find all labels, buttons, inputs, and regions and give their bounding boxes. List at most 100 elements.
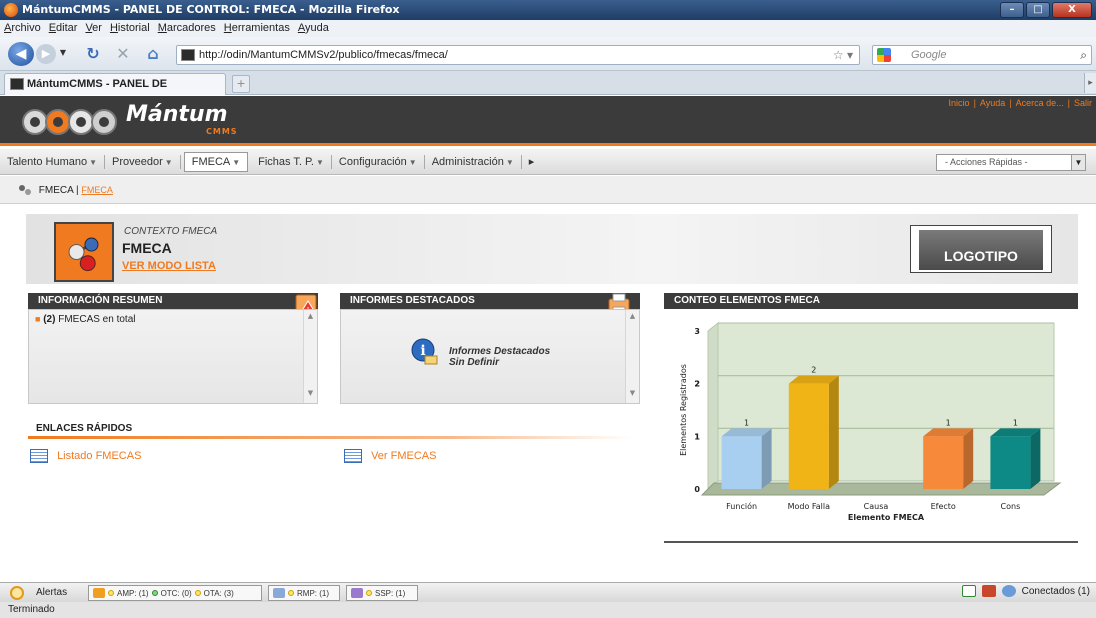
- ssp-count: SSP: (1): [375, 588, 406, 598]
- informes-line-2: Sin Definir: [449, 357, 500, 368]
- new-tab-button[interactable]: +: [232, 75, 250, 93]
- informes-line-1: Informes Destacados: [449, 346, 551, 357]
- bar-chart: 0112231Función2Modo Falla Causa1Efecto1Co…: [672, 315, 1070, 522]
- alerts-right-group: Conectados (1): [961, 585, 1090, 597]
- minimize-button[interactable]: –: [1000, 2, 1024, 18]
- window-title-bar: MántumCMMS - PANEL DE CONTROL: FMECA - M…: [0, 0, 1096, 20]
- dropdown-arrow-icon[interactable]: ▼: [1071, 155, 1085, 170]
- alerts-label[interactable]: Alertas: [36, 587, 67, 598]
- menu-herramientas[interactable]: Herramientas: [224, 20, 290, 37]
- tab-favicon-icon: [10, 78, 24, 90]
- history-dropdown-icon[interactable]: ▼: [58, 47, 68, 59]
- list-icon: [344, 449, 362, 463]
- nav-configuracion[interactable]: Configuración ▼: [332, 154, 425, 169]
- scroll-down-icon[interactable]: ▼: [626, 389, 639, 401]
- calendar-icon[interactable]: [961, 585, 976, 597]
- rmp-group[interactable]: RMP: (1): [268, 585, 340, 601]
- bar-side: [1030, 428, 1041, 489]
- resumen-panel-body: ■ (2) FMECAS en total ▲ ▼: [28, 309, 318, 404]
- scroll-up-icon[interactable]: ▲: [304, 312, 317, 324]
- nav-fichas-tp[interactable]: Fichas T. P. ▼: [251, 154, 332, 169]
- chevron-down-icon: ▼: [505, 157, 514, 167]
- ssp-group[interactable]: SSP: (1): [346, 585, 418, 601]
- amp-count: AMP: (1): [117, 588, 149, 598]
- bar: [990, 436, 1031, 489]
- informes-panel-header: INFORMES DESTACADOS: [340, 293, 640, 309]
- reload-icon[interactable]: ↻: [80, 42, 106, 66]
- site-favicon-icon: [181, 49, 195, 61]
- link-acerca-de[interactable]: Acerca de...: [1016, 98, 1064, 108]
- nav-talento-humano[interactable]: Talento Humano ▼: [0, 154, 106, 169]
- status-dot-icon: [194, 590, 201, 596]
- bookmark-star-icon[interactable]: ☆ ▾: [833, 46, 853, 64]
- breadcrumb-root[interactable]: FMECA: [39, 185, 73, 196]
- quick-links-divider: [28, 436, 632, 439]
- status-bar: Terminado: [0, 602, 1096, 618]
- amp-otc-ota-group[interactable]: AMP: (1) OTC: (0) OTA: (3): [88, 585, 262, 601]
- ota-count: OTA: (3): [203, 588, 234, 598]
- alarm-clock-icon[interactable]: [10, 586, 24, 600]
- navigation-toolbar: ◀ ▶ ▼ ↻ ✕ ⌂ http://odin/MantumCMMSv2/pub…: [0, 37, 1096, 71]
- menu-ayuda[interactable]: Ayuda: [298, 20, 329, 37]
- nav-administracion[interactable]: Administración ▼: [425, 154, 522, 169]
- menu-marcadores[interactable]: Marcadores: [158, 20, 216, 37]
- fmeca-molecule-icon: [54, 222, 114, 282]
- close-window-button[interactable]: X: [1052, 2, 1092, 18]
- conteo-panel-title: CONTEO ELEMENTOS FMECA: [674, 295, 820, 306]
- listado-fmecas-link[interactable]: Listado FMECAS: [30, 449, 141, 463]
- menu-historial[interactable]: Historial: [110, 20, 150, 37]
- menu-ver[interactable]: Ver: [85, 20, 102, 37]
- search-icon[interactable]: ⌕: [1080, 46, 1087, 64]
- info-icon: i: [411, 338, 438, 365]
- menu-archivo[interactable]: Archivo: [4, 20, 41, 37]
- y-tick-label: 0: [694, 485, 700, 494]
- link-inicio[interactable]: Inicio: [949, 98, 970, 108]
- rmp-count: RMP: (1): [297, 588, 329, 598]
- search-bar[interactable]: Google ⌕: [872, 45, 1092, 65]
- tab-list-button[interactable]: ▸: [1084, 73, 1096, 93]
- chart-side-wall: [707, 321, 719, 491]
- google-icon[interactable]: [877, 48, 891, 62]
- connected-users[interactable]: Conectados (1): [1022, 586, 1090, 597]
- link-ayuda[interactable]: Ayuda: [980, 98, 1005, 108]
- bar-value-label: 1: [946, 418, 951, 427]
- nav-fmeca[interactable]: FMECA ▼: [183, 151, 249, 172]
- stop-icon[interactable]: ✕: [110, 42, 136, 66]
- ver-fmecas-link[interactable]: Ver FMECAS: [344, 449, 436, 463]
- chevron-down-icon: ▼: [232, 157, 241, 167]
- back-arrow-icon[interactable]: ◀: [8, 42, 34, 66]
- url-bar[interactable]: http://odin/MantumCMMSv2/publico/fmecas/…: [176, 45, 860, 65]
- listado-fmecas-label: Listado FMECAS: [57, 449, 142, 462]
- logo-placeholder: LOGOTIPO: [919, 230, 1043, 270]
- informes-panel-title: INFORMES DESTACADOS: [350, 295, 475, 306]
- nav-proveedor[interactable]: Proveedor ▼: [105, 154, 181, 169]
- informes-scrollbar[interactable]: ▲ ▼: [625, 310, 639, 403]
- forward-arrow-icon[interactable]: ▶: [36, 44, 56, 64]
- url-text: http://odin/MantumCMMSv2/publico/fmecas/…: [199, 49, 448, 61]
- resumen-scrollbar[interactable]: ▲ ▼: [303, 310, 317, 403]
- scroll-down-icon[interactable]: ▼: [304, 389, 317, 401]
- bar-value-label: 1: [744, 418, 749, 427]
- books-icon[interactable]: [981, 585, 996, 597]
- tab-panel-de-control[interactable]: MántumCMMS - PANEL DE CONTROL...: [4, 73, 226, 110]
- breadcrumb-current[interactable]: FMECA: [81, 185, 113, 195]
- chevron-down-icon: ▼: [164, 157, 173, 167]
- alerts-bar: Alertas AMP: (1) OTC: (0) OTA: (3) RMP: …: [0, 582, 1096, 602]
- link-salir[interactable]: Salir: [1074, 98, 1092, 108]
- x-tick-label: Causa: [864, 502, 889, 511]
- status-dot-icon: [151, 590, 158, 596]
- home-icon[interactable]: ⌂: [140, 42, 166, 66]
- view-list-mode-link[interactable]: VER MODO LISTA: [122, 260, 216, 272]
- scroll-up-icon[interactable]: ▲: [626, 312, 639, 324]
- informes-empty-message: Informes Destacados Sin Definir: [449, 346, 550, 368]
- users-icon[interactable]: [1001, 585, 1016, 597]
- nav-more-icon[interactable]: ▸: [522, 155, 542, 169]
- chart-plot: 0112231Función2Modo Falla Causa1Efecto1Co…: [679, 321, 1062, 522]
- bar-value-label: 2: [811, 366, 816, 375]
- brand-subtitle: CMMS: [206, 127, 238, 136]
- context-band: CONTEXTO FMECA FMECA VER MODO LISTA LOGO…: [26, 214, 1078, 284]
- menu-editar[interactable]: Editar: [49, 20, 78, 37]
- tools-icon: [273, 588, 285, 598]
- maximize-button[interactable]: □: [1026, 2, 1050, 18]
- quick-actions-select[interactable]: - Acciones Rápidas - ▼: [936, 154, 1086, 171]
